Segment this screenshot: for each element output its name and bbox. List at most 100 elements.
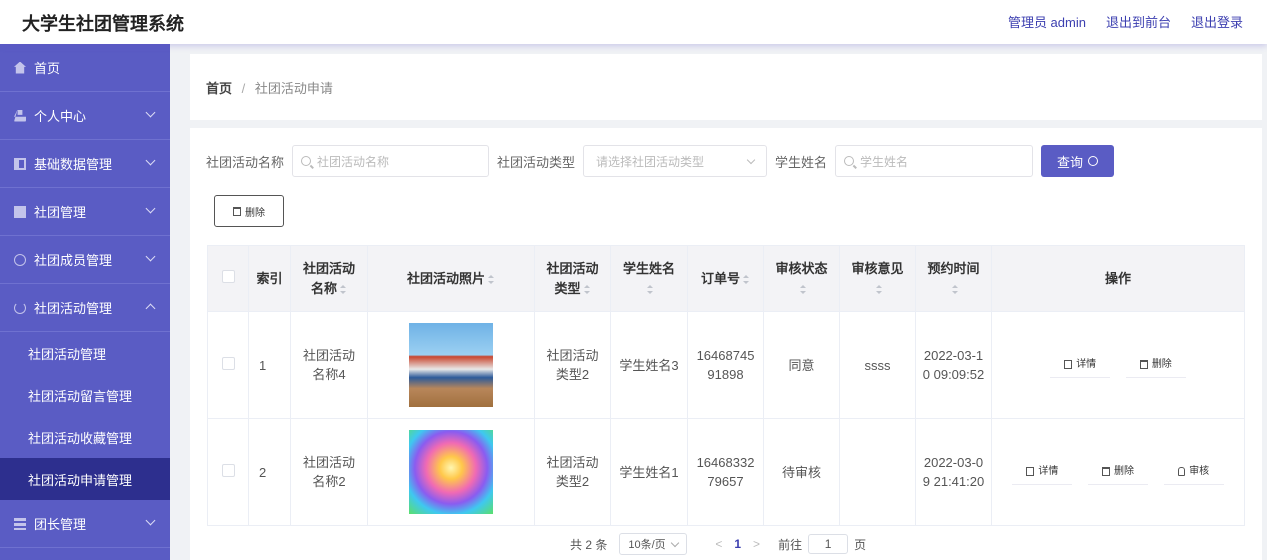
activity-name-label: 社团活动名称 xyxy=(206,154,285,170)
user-icon xyxy=(14,109,26,122)
cell-opinion xyxy=(839,418,916,526)
sidebar-item-club-management[interactable]: 社团管理 xyxy=(0,188,170,236)
detail-button[interactable]: 详情 xyxy=(1050,352,1111,378)
sort-icon[interactable] xyxy=(799,284,807,294)
sidebar-subitem-activity[interactable]: 社团活动管理 xyxy=(0,332,170,374)
batch-delete-button[interactable]: 删除 xyxy=(214,195,284,227)
table-header-row: 索引 社团活动名称 社团活动照片 社团活动类型 学生姓名 订单号 审核状态 审核… xyxy=(207,245,1245,312)
activity-name-input[interactable]: 社团活动名称 xyxy=(292,145,490,177)
cell-photo xyxy=(367,418,535,526)
sort-icon[interactable] xyxy=(951,284,959,294)
cell-type: 社团活动类型2 xyxy=(534,418,611,526)
col-actions: 操作 xyxy=(991,245,1245,312)
sort-icon[interactable] xyxy=(875,284,883,294)
col-time[interactable]: 预约时间 xyxy=(915,245,992,312)
delete-button[interactable]: 删除 xyxy=(1088,459,1148,485)
hand-icon xyxy=(1178,467,1186,476)
student-name-label: 学生姓名 xyxy=(775,154,828,170)
sort-icon[interactable] xyxy=(647,284,654,294)
prev-page-button[interactable]: < xyxy=(715,537,722,551)
select-all-cell xyxy=(207,245,249,312)
sidebar-item-label: 社团成员管理 xyxy=(34,253,113,268)
row-checkbox[interactable] xyxy=(221,463,235,477)
page-suffix: 页 xyxy=(854,537,867,552)
student-name-input[interactable]: 学生姓名 xyxy=(835,145,1034,177)
col-index: 索引 xyxy=(248,245,291,312)
sidebar-item-activity-management[interactable]: 社团活动管理 xyxy=(0,284,170,332)
activity-type-label: 社团活动类型 xyxy=(497,154,576,170)
sort-icon[interactable] xyxy=(488,274,495,284)
col-student[interactable]: 学生姓名 xyxy=(610,245,688,312)
query-button[interactable]: 查询 xyxy=(1041,145,1115,177)
review-button[interactable]: 审核 xyxy=(1163,459,1224,485)
delete-label: 删除 xyxy=(1114,466,1134,477)
review-label: 审核 xyxy=(1189,466,1210,477)
trash-icon xyxy=(1139,360,1148,369)
sidebar-item-basic-data[interactable]: 基础数据管理 xyxy=(0,140,170,188)
pagination-total: 共 2 条 xyxy=(570,537,608,552)
breadcrumb-home[interactable]: 首页 xyxy=(206,81,232,96)
col-actions-label: 操作 xyxy=(1104,270,1131,286)
detail-button[interactable]: 详情 xyxy=(1012,459,1073,485)
col-index-label: 索引 xyxy=(256,270,283,286)
col-name[interactable]: 社团活动名称 xyxy=(290,245,368,312)
sort-icon[interactable] xyxy=(340,284,347,294)
page-size-select[interactable]: 10条/页 xyxy=(619,533,688,555)
col-photo[interactable]: 社团活动照片 xyxy=(367,245,535,312)
sort-icon[interactable] xyxy=(583,284,591,294)
sidebar-item-member-management[interactable]: 社团成员管理 xyxy=(0,236,170,284)
cell-name: 社团活动名称2 xyxy=(290,418,368,526)
chevron-down-icon xyxy=(145,155,156,166)
delete-label: 删除 xyxy=(1151,359,1172,370)
student-name-placeholder: 学生姓名 xyxy=(860,154,909,169)
col-status-label: 审核状态 xyxy=(775,260,828,276)
select-all-checkbox[interactable] xyxy=(221,269,235,283)
detail-label: 详情 xyxy=(1038,466,1059,477)
delete-button[interactable]: 删除 xyxy=(1125,352,1186,378)
col-status[interactable]: 审核状态 xyxy=(763,245,840,312)
cell-index: 1 xyxy=(248,311,291,419)
activity-photo[interactable] xyxy=(409,323,493,407)
goto-page-input[interactable]: 1 xyxy=(808,534,849,554)
activity-type-select[interactable]: 请选择社团活动类型 xyxy=(583,145,768,177)
chevron-up-icon xyxy=(145,303,156,314)
sidebar-item-personal-center[interactable]: 个人中心 xyxy=(0,92,170,140)
document-icon xyxy=(1026,467,1035,476)
chevron-down-icon xyxy=(145,107,156,118)
monitor-icon xyxy=(14,205,26,218)
col-photo-label: 社团活动照片 xyxy=(406,270,485,286)
sidebar-subitem-activity-applications[interactable]: 社团活动申请管理 xyxy=(0,458,170,500)
admin-user-link[interactable]: 管理员 admin xyxy=(1008,12,1086,31)
sort-icon[interactable] xyxy=(743,274,750,284)
cell-order: 1646874591898 xyxy=(687,311,764,419)
col-order[interactable]: 订单号 xyxy=(687,245,764,312)
col-opinion[interactable]: 审核意见 xyxy=(839,245,916,312)
detail-label: 详情 xyxy=(1076,359,1097,370)
cell-index: 2 xyxy=(248,418,291,526)
pagination: 共 2 条 10条/页 < 1 > 前往 1 页 xyxy=(570,533,866,555)
exit-to-frontend-link[interactable]: 退出到前台 xyxy=(1106,12,1171,31)
col-order-label: 订单号 xyxy=(700,270,740,286)
logout-link[interactable]: 退出登录 xyxy=(1191,12,1243,31)
cell-name: 社团活动名称4 xyxy=(290,311,368,419)
sidebar-item-label: 基础数据管理 xyxy=(34,157,113,172)
sidebar-item-label: 个人中心 xyxy=(34,109,87,124)
row-checkbox[interactable] xyxy=(221,356,235,370)
next-page-button[interactable]: > xyxy=(753,537,760,551)
chevron-down-icon xyxy=(145,251,156,262)
header-links: 管理员 admin 退出到前台 退出登录 xyxy=(1008,12,1243,31)
col-type-label: 社团活动类型 xyxy=(546,260,599,296)
col-name-label: 社团活动名称 xyxy=(302,260,355,296)
goto-label: 前往 xyxy=(778,537,803,552)
sidebar-item-leader-management[interactable]: 团长管理 xyxy=(0,500,170,548)
col-type[interactable]: 社团活动类型 xyxy=(534,245,611,312)
document-icon xyxy=(1064,360,1073,369)
row-select-cell xyxy=(207,418,249,526)
sidebar-subitem-activity-comments[interactable]: 社团活动留言管理 xyxy=(0,374,170,416)
col-student-label: 学生姓名 xyxy=(622,260,675,276)
sidebar-item-home[interactable]: 首页 xyxy=(0,44,170,92)
current-page-number[interactable]: 1 xyxy=(734,537,741,551)
activity-photo[interactable] xyxy=(409,430,493,514)
power-icon xyxy=(14,301,26,314)
sidebar-subitem-activity-favorites[interactable]: 社团活动收藏管理 xyxy=(0,416,170,458)
